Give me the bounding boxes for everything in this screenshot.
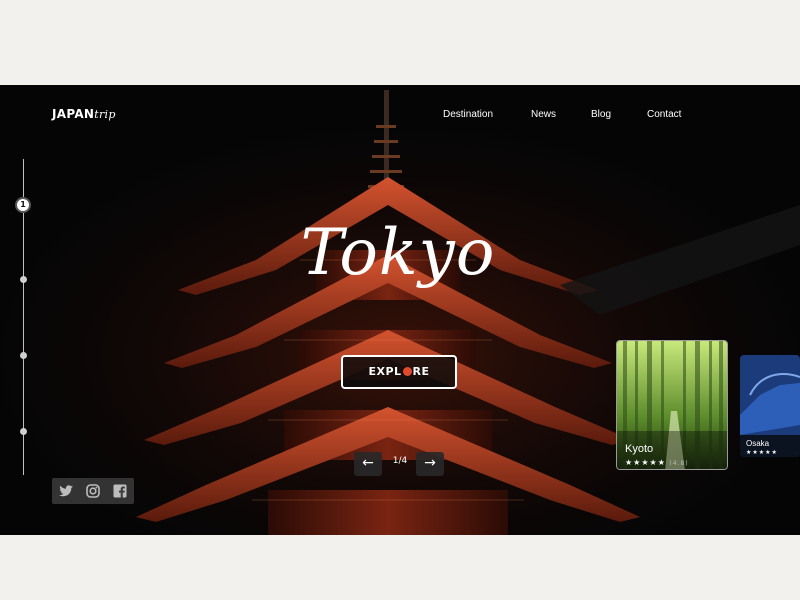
explore-label-part-b: RE: [412, 365, 430, 378]
facebook-icon[interactable]: [112, 483, 128, 499]
explore-label-part-a: EXPL: [368, 365, 402, 378]
twitter-icon[interactable]: [58, 483, 74, 499]
card-stars-kyoto: ★★★★★ (4.8): [625, 458, 689, 467]
nav-link-contact[interactable]: Contact: [647, 109, 681, 120]
slide-counter: 1/4: [392, 456, 408, 466]
star-rating-icon: ★★★★★: [625, 458, 666, 467]
slide-progress-dot-4[interactable]: [20, 428, 27, 435]
city-title-text: Tokyo: [300, 216, 496, 290]
nav-link-destination[interactable]: Destination: [443, 109, 493, 120]
card-name-osaka: Osaka: [746, 439, 770, 448]
explore-button[interactable]: EXPL RE: [341, 355, 457, 389]
instagram-icon[interactable]: [85, 483, 101, 499]
arrow-left-icon: ←: [362, 455, 374, 471]
slide-pager: ← 1/4 →: [354, 452, 446, 476]
explore-dot-icon: [402, 366, 412, 376]
main-nav: Destination News Blog Contact: [0, 109, 800, 125]
nav-link-blog[interactable]: Blog: [591, 109, 611, 120]
card-rating-kyoto: (4.8): [669, 460, 689, 467]
social-links: [52, 478, 134, 504]
slide-progress-current[interactable]: 1: [15, 197, 31, 213]
destination-card-kyoto[interactable]: Kyoto ★★★★★ (4.8): [616, 340, 728, 470]
hero-section: JAPANtrip Destination News Blog Contact …: [0, 85, 800, 535]
slide-progress-dot-3[interactable]: [20, 352, 27, 359]
next-slide-button[interactable]: →: [416, 452, 444, 476]
prev-slide-button[interactable]: ←: [354, 452, 382, 476]
card-name-kyoto: Kyoto: [625, 443, 654, 455]
nav-link-news[interactable]: News: [531, 109, 556, 120]
city-title: Tokyo: [0, 213, 800, 293]
destination-card-osaka[interactable]: Osaka ★★★★★: [740, 355, 800, 457]
arrow-right-icon: →: [424, 455, 436, 471]
card-stars-osaka: ★★★★★: [746, 449, 778, 456]
